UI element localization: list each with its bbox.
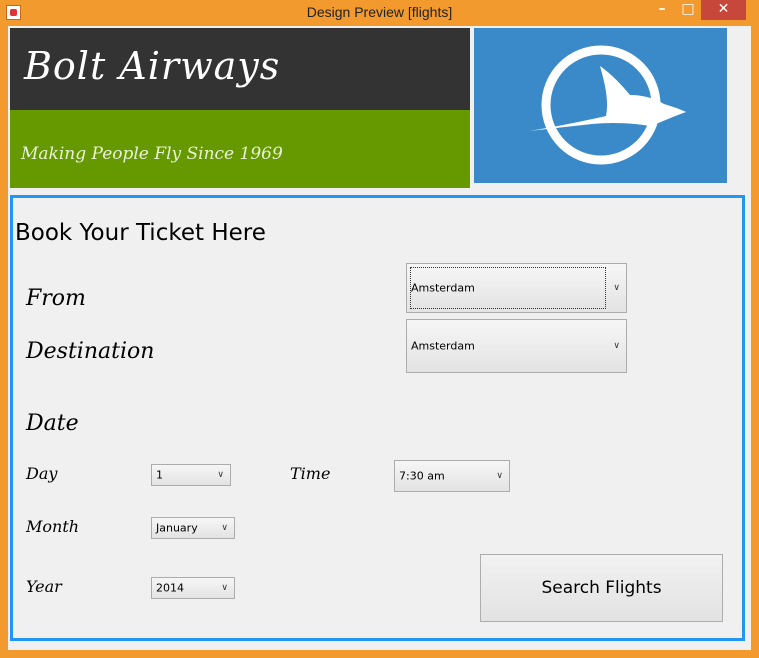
airline-logo: [474, 28, 727, 183]
chevron-down-icon: ∨: [217, 470, 224, 480]
chevron-down-icon: ∨: [221, 523, 228, 533]
day-select[interactable]: 1 ∨: [151, 464, 231, 486]
day-select-value: 1: [156, 468, 163, 482]
window-content: Bolt Airways Making People Fly Since 196…: [8, 26, 751, 650]
maximize-button[interactable]: □: [676, 0, 700, 20]
window-title: Design Preview [flights]: [306, 4, 453, 20]
destination-select[interactable]: Amsterdam ∨: [406, 319, 627, 373]
month-select[interactable]: January ∨: [151, 517, 235, 539]
from-label: From: [26, 286, 86, 311]
time-select[interactable]: 7:30 am ∨: [394, 460, 510, 492]
brand-name: Bolt Airways: [24, 44, 281, 88]
from-select-value: Amsterdam: [411, 281, 475, 295]
day-label: Day: [26, 464, 58, 483]
destination-label: Destination: [26, 339, 155, 364]
title-bar[interactable]: Design Preview [flights] – □ ✕: [0, 0, 759, 26]
from-select[interactable]: Amsterdam ∨: [406, 263, 627, 313]
chevron-down-icon: ∨: [613, 283, 620, 293]
time-label: Time: [290, 464, 331, 483]
destination-select-value: Amsterdam: [411, 339, 475, 353]
search-flights-button[interactable]: Search Flights: [480, 554, 723, 622]
tagline: Making People Fly Since 1969: [21, 144, 283, 164]
chevron-down-icon: ∨: [613, 341, 620, 351]
swallow-bird-icon: [529, 45, 686, 165]
chevron-down-icon: ∨: [496, 471, 503, 481]
minimize-button[interactable]: –: [650, 0, 674, 20]
close-button[interactable]: ✕: [701, 0, 746, 20]
brand-banner: Bolt Airways: [10, 28, 470, 110]
chevron-down-icon: ∨: [221, 583, 228, 593]
time-select-value: 7:30 am: [399, 469, 445, 483]
date-label: Date: [26, 411, 79, 436]
year-label: Year: [26, 577, 62, 596]
month-select-value: January: [156, 521, 198, 535]
year-select-value: 2014: [156, 581, 184, 595]
year-select[interactable]: 2014 ∨: [151, 577, 235, 599]
form-heading: Book Your Ticket Here: [15, 220, 266, 246]
booking-form: Book Your Ticket Here From Amsterdam ∨ D…: [10, 195, 745, 641]
tagline-banner: Making People Fly Since 1969: [10, 110, 470, 188]
month-label: Month: [26, 517, 80, 536]
